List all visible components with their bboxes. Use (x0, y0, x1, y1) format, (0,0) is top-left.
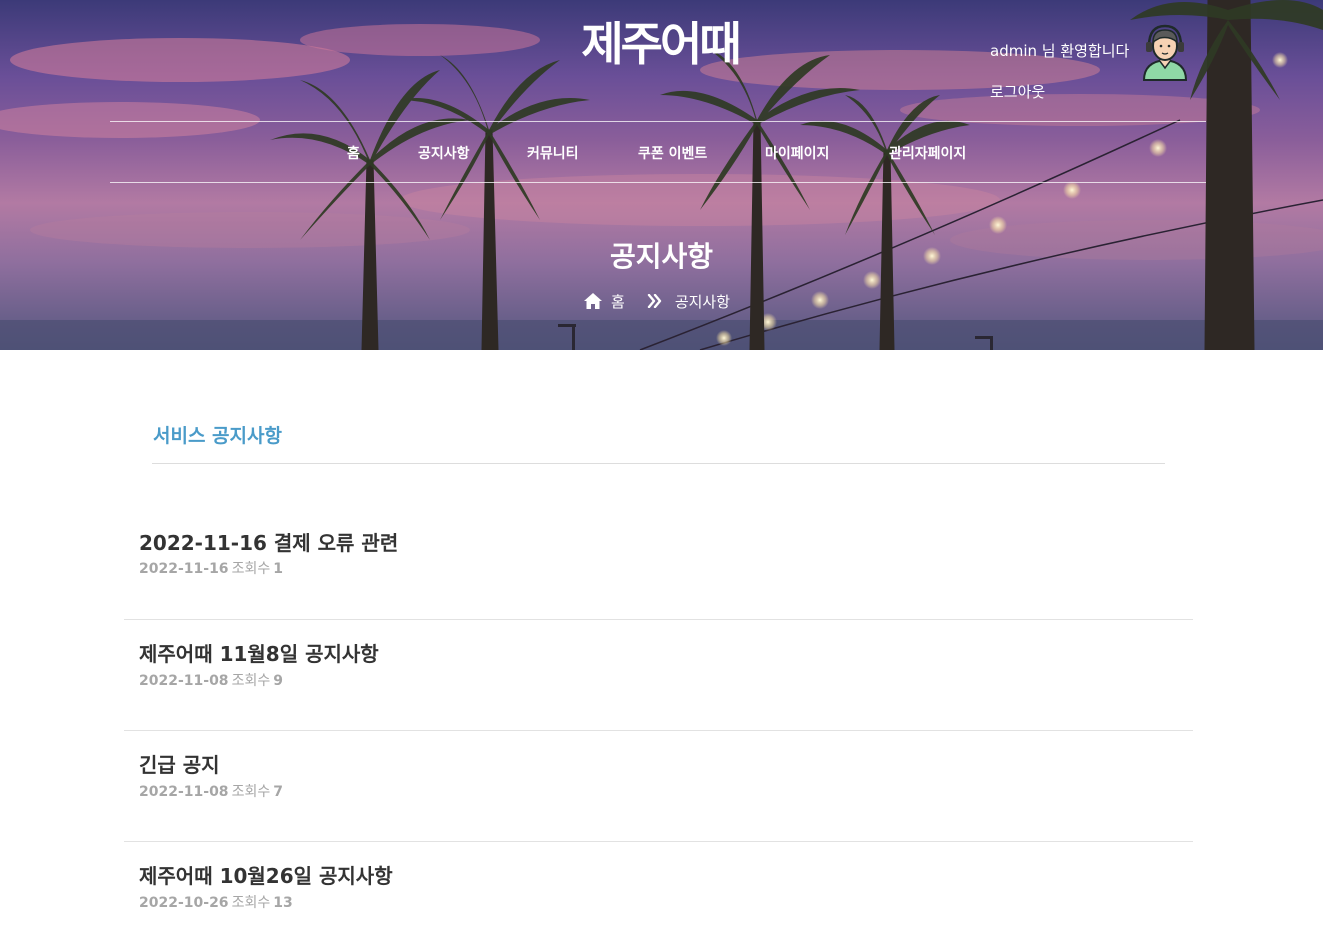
notice-meta: 2022-10-26 조회수 13 (139, 892, 293, 912)
main-nav: 홈 공지사항 커뮤니티 쿠폰 이벤트 마이페이지 관리자페이지 (0, 122, 1323, 182)
hero-banner: 제주어때 admin 님 환영합니다 로그아웃 홈 공지사항 커뮤니티 쿠폰 이… (0, 0, 1323, 350)
notice-meta: 2022-11-08 조회수 9 (139, 670, 283, 690)
logout-link[interactable]: 로그아웃 (990, 81, 1045, 102)
welcome-message: admin 님 환영합니다 (990, 42, 1130, 60)
nav-item-notices[interactable]: 공지사항 (418, 143, 470, 163)
list-item[interactable]: 제주어때 11월8일 공지사항 2022-11-08 조회수 9 (124, 619, 1193, 730)
list-item[interactable]: 제주어때 10월26일 공지사항 2022-10-26 조회수 13 (124, 841, 1193, 925)
views-count: 1 (273, 561, 283, 577)
breadcrumb-current: 공지사항 (674, 292, 731, 311)
list-item[interactable]: 2022-11-16 결제 오류 관련 2022-11-16 조회수 1 (124, 508, 1193, 619)
notice-title[interactable]: 2022-11-16 결제 오류 관련 (139, 527, 398, 556)
nav-item-admin[interactable]: 관리자페이지 (889, 143, 966, 163)
views-label: 조회수 (231, 895, 271, 911)
notice-meta: 2022-11-08 조회수 7 (139, 781, 283, 801)
views-label: 조회수 (231, 561, 271, 577)
views-label: 조회수 (231, 784, 271, 800)
notice-date: 2022-11-08 (139, 784, 229, 800)
breadcrumb-home[interactable]: 홈 (611, 291, 625, 312)
notice-title[interactable]: 제주어때 10월26일 공지사항 (139, 860, 393, 889)
views-label: 조회수 (231, 673, 271, 689)
notice-date: 2022-11-16 (139, 561, 229, 577)
site-logo[interactable]: 제주어때 (560, 8, 760, 74)
views-count: 9 (273, 673, 283, 689)
nav-item-mypage[interactable]: 마이페이지 (765, 143, 829, 163)
nav-item-coupon-event[interactable]: 쿠폰 이벤트 (638, 143, 707, 163)
nav-item-community[interactable]: 커뮤니티 (527, 143, 579, 163)
user-avatar-icon[interactable] (1140, 22, 1190, 82)
section-divider (152, 463, 1165, 464)
notice-title[interactable]: 긴급 공지 (139, 749, 220, 778)
notice-list: 2022-11-16 결제 오류 관련 2022-11-16 조회수 1 제주어때 … (124, 508, 1193, 925)
nav-item-home[interactable]: 홈 (347, 143, 360, 163)
notice-title[interactable]: 제주어때 11월8일 공지사항 (139, 638, 379, 667)
views-count: 7 (273, 784, 283, 800)
notice-date: 2022-10-26 (139, 895, 229, 911)
nav-bottom-divider (110, 182, 1206, 183)
notice-meta: 2022-11-16 조회수 1 (139, 558, 283, 578)
double-chevron-right-icon (647, 294, 662, 308)
breadcrumb: 홈 공지사항 (583, 290, 730, 312)
notice-date: 2022-11-08 (139, 673, 229, 689)
home-icon[interactable] (583, 292, 603, 310)
section-title: 서비스 공지사항 (153, 425, 282, 447)
page-title: 공지사항 (609, 240, 714, 273)
list-item[interactable]: 긴급 공지 2022-11-08 조회수 7 (124, 730, 1193, 841)
views-count: 13 (273, 895, 293, 911)
